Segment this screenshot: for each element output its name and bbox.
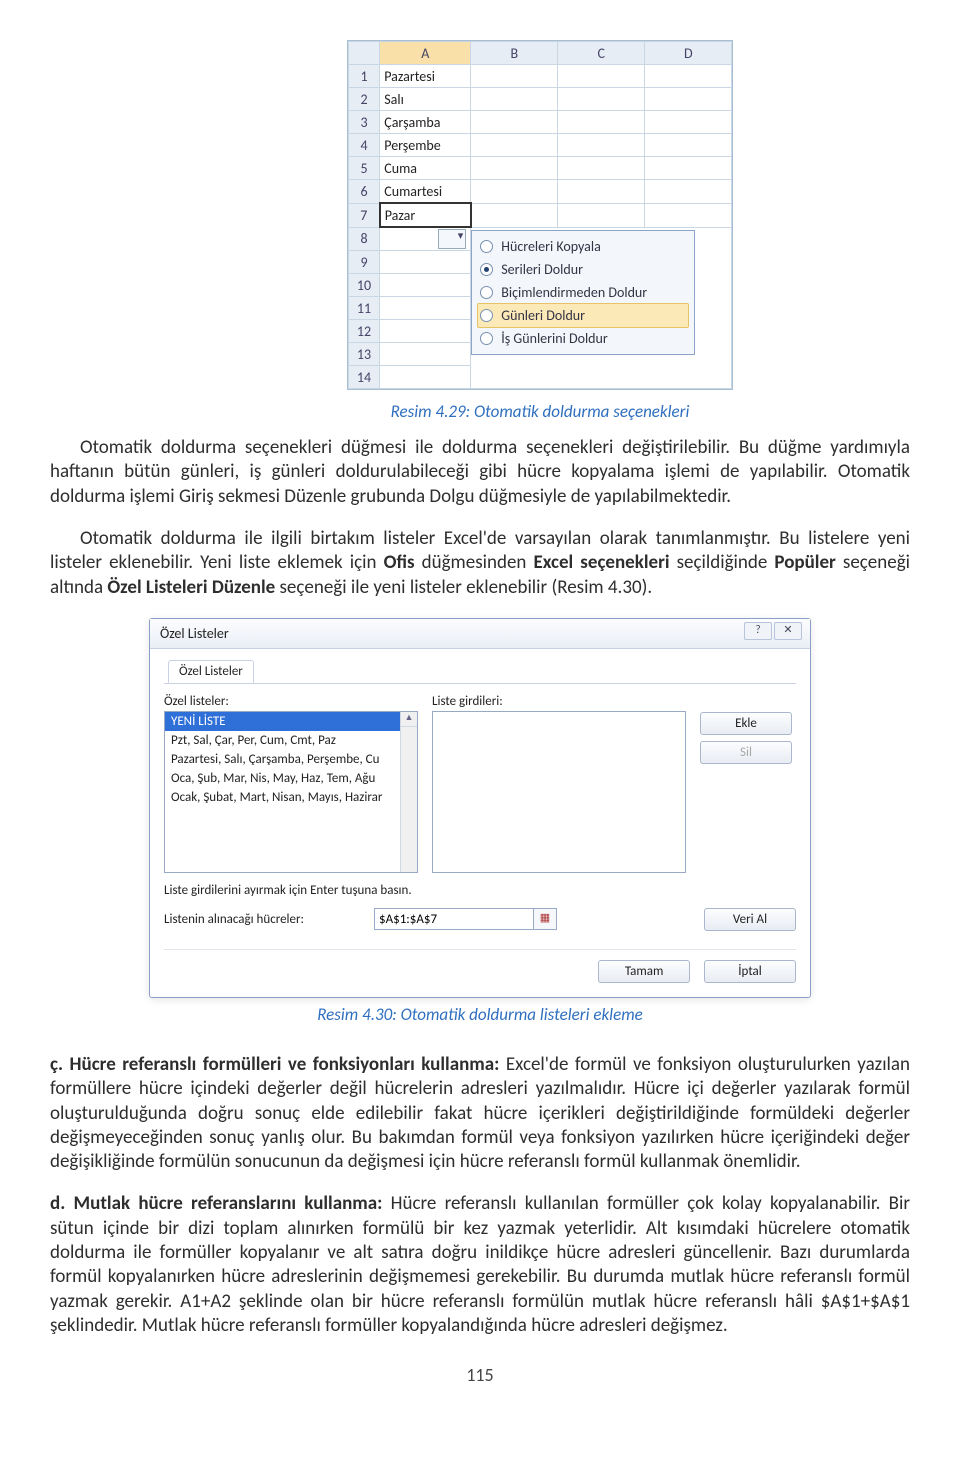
list-entries-textarea[interactable]: [432, 711, 686, 873]
list-item[interactable]: Oca, Şub, Mar, Nis, May, Haz, Tem, Ağu: [165, 769, 400, 788]
body-paragraph: Otomatik doldurma ile ilgili birtakım li…: [50, 527, 910, 600]
autofill-options-button[interactable]: [438, 229, 466, 249]
delete-button[interactable]: Sil: [700, 741, 792, 764]
row-header: 1: [348, 65, 380, 88]
cell-selected: Pazar: [380, 203, 471, 227]
figure-caption-430: Resim 4.30: Otomatik doldurma listeleri …: [50, 1004, 910, 1025]
opt-copy-cells[interactable]: Hücreleri Kopyala: [478, 235, 688, 258]
row-header: 2: [348, 88, 380, 111]
body-paragraph: ç. Hücre referanslı formülleri ve fonksi…: [50, 1053, 910, 1175]
opt-fill-no-format[interactable]: Biçimlendirmeden Doldur: [478, 281, 688, 304]
autofill-options-menu: Hücreleri Kopyala Serileri Doldur Biçiml…: [471, 230, 695, 355]
row-header: 12: [348, 320, 380, 343]
dialog-title-text: Özel Listeler: [160, 625, 229, 642]
custom-lists-dialog: Özel Listeler ? ✕ Özel Listeler Özel lis…: [149, 618, 811, 998]
label-custom-lists: Özel listeler:: [164, 694, 418, 709]
cancel-button[interactable]: İptal: [704, 960, 796, 983]
col-header-b: B: [471, 42, 558, 65]
col-header-d: D: [645, 42, 732, 65]
radio-icon: [480, 309, 493, 322]
row-header: 13: [348, 343, 380, 366]
body-paragraph: Otomatik doldurma seçenekleri düğmesi il…: [50, 436, 910, 509]
scroll-up-icon[interactable]: ▲: [401, 712, 417, 727]
dialog-tabstrip: Özel Listeler: [164, 659, 796, 684]
range-picker-button[interactable]: ▦: [533, 908, 557, 930]
paragraph-lead: d. Mutlak hücre referanslarını kullanma:: [50, 1192, 391, 1215]
radio-icon: [480, 263, 493, 276]
row-header: 4: [348, 134, 380, 157]
row-header: 7: [348, 203, 380, 227]
row-header: 3: [348, 111, 380, 134]
excel-fragment: A B C D 1Pazartesi 2Salı 3Çarşamba 4Perş…: [347, 40, 734, 390]
custom-lists-listbox[interactable]: ▲ YENİ LİSTE Pzt, Sal, Çar, Per, Cum, Cm…: [164, 711, 418, 873]
col-header-c: C: [558, 42, 645, 65]
help-button[interactable]: ?: [744, 622, 772, 640]
radio-icon: [480, 286, 493, 299]
label-import-range: Listenin alınacağı hücreler:: [164, 912, 364, 927]
row-header: 5: [348, 157, 380, 180]
cell: Çarşamba: [380, 111, 471, 134]
cell: Pazartesi: [380, 65, 471, 88]
cell: [380, 227, 471, 251]
opt-fill-days[interactable]: Günleri Doldur: [477, 303, 689, 328]
opt-fill-series[interactable]: Serileri Doldur: [478, 258, 688, 281]
add-button[interactable]: Ekle: [700, 712, 792, 735]
corner-cell: [348, 42, 380, 65]
list-item[interactable]: YENİ LİSTE: [165, 712, 400, 731]
body-paragraph: d. Mutlak hücre referanslarını kullanma:…: [50, 1192, 910, 1338]
cell: Cuma: [380, 157, 471, 180]
import-button[interactable]: Veri Al: [704, 908, 796, 931]
row-header: 10: [348, 274, 380, 297]
row-header: 11: [348, 297, 380, 320]
row-header: 14: [348, 366, 380, 389]
figure-caption-429: Resim 4.29: Otomatik doldurma seçenekler…: [50, 401, 910, 422]
hint-text: Liste girdilerini ayırmak için Enter tuş…: [164, 883, 796, 898]
dialog-titlebar: Özel Listeler ? ✕: [150, 619, 810, 649]
cell: Cumartesi: [380, 180, 471, 204]
list-item[interactable]: Ocak, Şubat, Mart, Nisan, Mayıs, Hazirar: [165, 788, 400, 807]
col-header-a: A: [380, 42, 471, 65]
list-item[interactable]: Pazartesi, Salı, Çarşamba, Perşembe, Cu: [165, 750, 400, 769]
radio-icon: [480, 332, 493, 345]
row-header: 9: [348, 251, 380, 274]
paragraph-lead: ç. Hücre referanslı formülleri ve fonksi…: [50, 1053, 506, 1076]
row-header: 6: [348, 180, 380, 204]
page-number: 115: [50, 1364, 910, 1386]
import-range-input[interactable]: [374, 908, 534, 930]
radio-icon: [480, 240, 493, 253]
opt-fill-workdays[interactable]: İş Günlerini Doldur: [478, 327, 688, 350]
cell: Perşembe: [380, 134, 471, 157]
cell: Salı: [380, 88, 471, 111]
label-list-entries: Liste girdileri:: [432, 694, 686, 709]
figure-excel-autofill: A B C D 1Pazartesi 2Salı 3Çarşamba 4Perş…: [50, 40, 910, 395]
close-button[interactable]: ✕: [774, 622, 802, 640]
row-header: 8: [348, 227, 380, 251]
list-item[interactable]: Pzt, Sal, Çar, Per, Cum, Cmt, Paz: [165, 731, 400, 750]
tab-custom-lists[interactable]: Özel Listeler: [168, 660, 254, 683]
ok-button[interactable]: Tamam: [598, 960, 690, 983]
